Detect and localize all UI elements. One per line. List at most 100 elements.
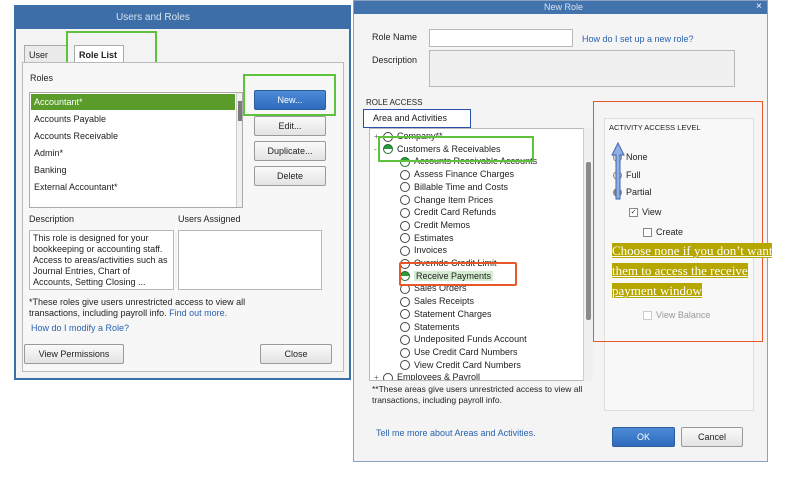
tree-item-label: Billable Time and Costs xyxy=(414,181,509,192)
area-activities-tree[interactable]: + Company** - Customers & Receivables Accoun… xyxy=(369,128,593,381)
access-radio-icon[interactable] xyxy=(400,245,410,256)
tree-item-label: Assess Finance Charges xyxy=(414,169,515,180)
tree-item-label: Estimates xyxy=(414,232,454,243)
view-balance-label: View Balance xyxy=(656,310,711,320)
tree-item-label: Statements xyxy=(414,321,460,332)
description-label: Description xyxy=(29,214,75,224)
delete-button[interactable]: Delete xyxy=(254,166,326,186)
level-full-label: Full xyxy=(626,170,641,180)
view-permissions-button[interactable]: View Permissions xyxy=(24,344,124,364)
view-balance-checkbox[interactable]: View Balance xyxy=(643,310,711,321)
list-item[interactable]: Accounts Payable xyxy=(31,111,235,127)
close-icon[interactable]: × xyxy=(756,1,762,12)
tree-item-label: Credit Memos xyxy=(414,219,471,230)
access-level-title: ACTIVITY ACCESS LEVEL xyxy=(609,123,701,132)
access-radio-icon[interactable] xyxy=(400,169,410,180)
tree-item[interactable]: Sales Receipts xyxy=(400,295,474,308)
view-checkbox[interactable]: ✓ View xyxy=(629,207,662,218)
description-field[interactable] xyxy=(429,50,735,87)
tree-item-label: View Credit Card Numbers xyxy=(414,359,521,370)
tree-item[interactable]: Billable Time and Costs xyxy=(400,181,508,194)
tree-item[interactable]: View Credit Card Numbers xyxy=(400,359,521,372)
tree-item[interactable]: Statements xyxy=(400,321,460,334)
scrollbar-thumb[interactable] xyxy=(586,162,591,320)
cancel-button[interactable]: Cancel xyxy=(681,427,743,447)
level-partial-label: Partial xyxy=(626,187,652,197)
tree-item[interactable]: Statement Charges xyxy=(400,308,492,321)
ok-button[interactable]: OK xyxy=(612,427,675,447)
checkbox-icon[interactable] xyxy=(643,228,652,238)
annotation-text: Choose none if you don’t want them to ac… xyxy=(612,243,773,298)
edit-button[interactable]: Edit... xyxy=(254,116,326,136)
access-radio-icon[interactable] xyxy=(400,296,410,307)
users-assigned-box xyxy=(178,230,322,290)
access-radio-icon[interactable] xyxy=(383,372,393,380)
tree-item[interactable]: Use Credit Card Numbers xyxy=(400,346,518,359)
list-item[interactable]: External Accountant* xyxy=(31,179,235,195)
level-none-label: None xyxy=(626,152,648,162)
access-radio-icon[interactable] xyxy=(400,233,410,244)
checkbox-icon[interactable] xyxy=(643,311,652,321)
duplicate-button[interactable]: Duplicate... xyxy=(254,141,326,161)
users-assigned-label: Users Assigned xyxy=(178,214,241,224)
list-item[interactable]: Admin* xyxy=(31,145,235,161)
list-item[interactable]: Accountant* xyxy=(31,94,235,110)
tree-item-label: Undeposited Funds Account xyxy=(414,334,527,345)
users-roles-window: Users and Roles User List Role List Role… xyxy=(14,5,351,380)
tree-item-label: Change Item Prices xyxy=(414,194,494,205)
new-role-titlebar: New Role × xyxy=(354,1,767,14)
access-radio-icon[interactable] xyxy=(400,195,410,206)
checkmark-icon[interactable]: ✓ xyxy=(629,208,638,218)
area-activities-header-highlight: Area and Activities xyxy=(363,109,471,128)
role-access-label: ROLE ACCESS xyxy=(366,98,423,107)
close-button[interactable]: Close xyxy=(260,344,332,364)
tree-item[interactable]: Credit Memos xyxy=(400,219,470,232)
arrow-up-icon xyxy=(611,141,625,200)
tree-item[interactable]: Invoices xyxy=(400,244,447,257)
find-out-more-link[interactable]: Find out more. xyxy=(169,308,227,318)
receive-payments-highlight xyxy=(399,262,517,286)
list-item[interactable]: Accounts Receivable xyxy=(31,128,235,144)
tree-item-label: Statement Charges xyxy=(414,308,492,319)
setup-role-link[interactable]: How do I set up a new role? xyxy=(582,34,694,44)
expand-icon[interactable]: + xyxy=(374,371,380,380)
tell-me-more-link[interactable]: Tell me more about Areas and Activities. xyxy=(376,428,536,438)
access-radio-icon[interactable] xyxy=(400,360,410,371)
roles-list[interactable]: Accountant* Accounts Payable Accounts Re… xyxy=(29,92,243,208)
unrestricted-note: *These roles give users unrestricted acc… xyxy=(29,297,279,319)
tree-scrollbar[interactable] xyxy=(583,128,593,381)
tree-item[interactable]: Change Item Prices xyxy=(400,194,493,207)
tree-item[interactable]: Estimates xyxy=(400,232,454,245)
access-radio-icon[interactable] xyxy=(400,207,410,218)
modify-role-link[interactable]: How do I modify a Role? xyxy=(31,323,129,333)
access-radio-icon[interactable] xyxy=(400,347,410,358)
roles-label: Roles xyxy=(30,73,54,83)
access-radio-icon[interactable] xyxy=(400,334,410,345)
create-label: Create xyxy=(656,227,684,237)
tree-item[interactable]: Undeposited Funds Account xyxy=(400,333,527,346)
access-radio-icon[interactable] xyxy=(400,322,410,333)
new-role-window: New Role × Role Name How do I set up a n… xyxy=(353,0,768,462)
tree-note: **These areas give users unrestricted ac… xyxy=(372,384,583,405)
tree-item[interactable]: Assess Finance Charges xyxy=(400,168,514,181)
access-radio-icon[interactable] xyxy=(400,182,410,193)
tree-item-label: Credit Card Refunds xyxy=(414,207,497,218)
tree-item-label: Invoices xyxy=(414,245,448,256)
role-name-field[interactable] xyxy=(429,29,573,47)
role-description-box: This role is designed for your bookkeepi… xyxy=(29,230,174,290)
new-button-highlight xyxy=(243,74,336,116)
role-name-label: Role Name xyxy=(372,32,418,42)
area-activities-header: Area and Activities xyxy=(373,113,448,123)
tree-item[interactable]: + Employees & Payroll xyxy=(374,371,480,380)
list-item[interactable]: Banking xyxy=(31,162,235,178)
access-radio-icon[interactable] xyxy=(400,220,410,231)
tab-user-list[interactable]: User List xyxy=(24,45,68,78)
roles-scrollbar[interactable] xyxy=(236,93,242,207)
view-label: View xyxy=(642,207,662,217)
access-radio-icon[interactable] xyxy=(400,309,410,320)
create-checkbox[interactable]: Create xyxy=(643,227,684,238)
window-title: New Role xyxy=(544,2,584,12)
access-level-highlight xyxy=(593,101,763,342)
description-label: Description xyxy=(372,55,418,65)
tree-item[interactable]: Credit Card Refunds xyxy=(400,206,496,219)
